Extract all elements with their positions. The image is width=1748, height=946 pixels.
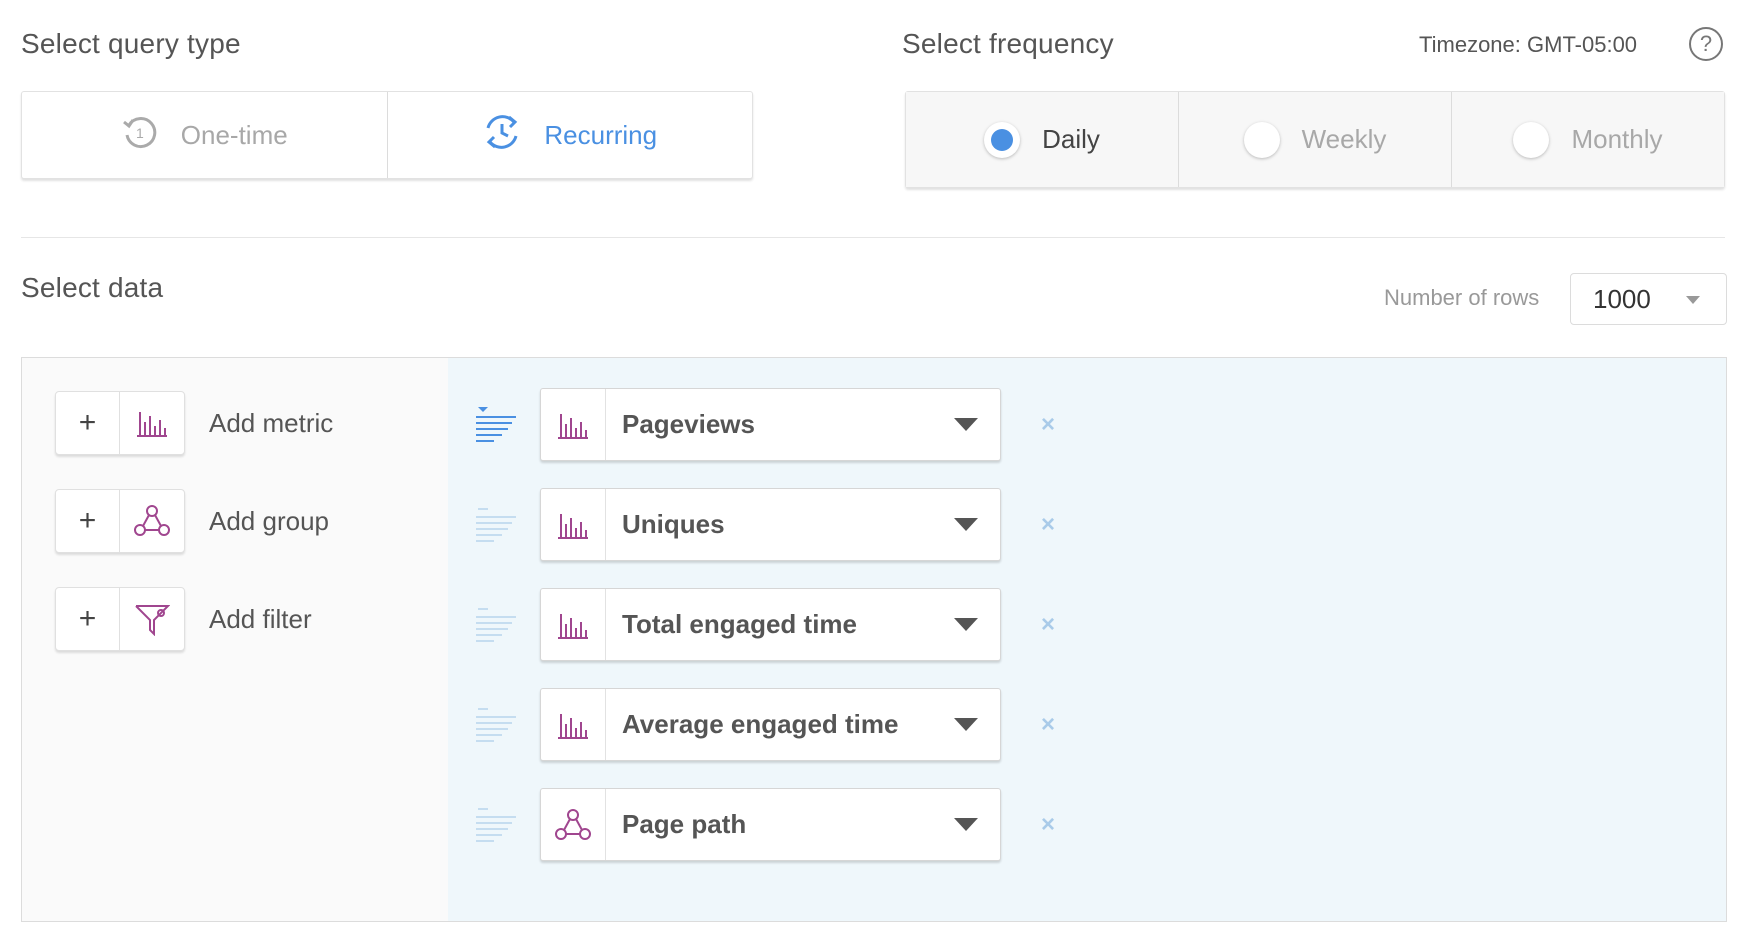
chevron-down-icon [1686, 296, 1700, 304]
remove-icon[interactable]: × [1041, 811, 1055, 839]
sort-handle-icon[interactable] [474, 405, 520, 445]
rows-value: 1000 [1593, 283, 1651, 314]
query-type-title: Select query type [21, 28, 241, 59]
list-item: Total engaged time × [474, 588, 1055, 661]
group-nodes-icon[interactable] [120, 490, 184, 552]
sort-handle-icon[interactable] [474, 805, 520, 845]
add-group-button[interactable]: + [55, 489, 185, 553]
frequency-selector: Daily Weekly Monthly [905, 91, 1725, 188]
chevron-down-icon[interactable] [932, 489, 1000, 560]
chevron-down-icon[interactable] [932, 589, 1000, 660]
frequency-daily[interactable]: Daily [906, 92, 1179, 187]
query-type-one-time[interactable]: 1 One-time [22, 92, 388, 178]
item-label: Average engaged time [622, 709, 899, 739]
plus-icon[interactable]: + [56, 490, 120, 552]
list-item: Page path × [474, 788, 1055, 861]
chevron-down-icon[interactable] [932, 789, 1000, 860]
help-icon[interactable]: ? [1689, 27, 1723, 61]
bar-chart-icon[interactable] [120, 392, 184, 454]
metric-select-average-engaged-time[interactable]: Average engaged time [540, 688, 1001, 761]
recurring-label: Recurring [544, 119, 658, 150]
query-type-recurring[interactable]: Recurring [388, 92, 753, 178]
frequency-title: Select frequency [902, 28, 1114, 59]
query-type-selector: 1 One-time Recurring [21, 91, 753, 179]
bar-chart-icon [541, 489, 606, 560]
add-group-label[interactable]: Add group [209, 506, 329, 537]
group-nodes-icon [541, 789, 606, 860]
list-item: Pageviews × [474, 388, 1055, 461]
remove-icon[interactable]: × [1041, 511, 1055, 539]
data-title: Select data [21, 272, 164, 303]
rows-label: Number of rows [1384, 285, 1540, 310]
sort-handle-icon[interactable] [474, 605, 520, 645]
section-divider [21, 237, 1725, 238]
item-label: Pageviews [622, 409, 755, 439]
add-filter-button[interactable]: + [55, 587, 185, 651]
plus-icon[interactable]: + [56, 392, 120, 454]
list-item: Uniques × [474, 488, 1055, 561]
add-filter-label[interactable]: Add filter [209, 604, 312, 635]
one-time-label: One-time [180, 119, 288, 150]
list-item: Average engaged time × [474, 688, 1055, 761]
daily-label: Daily [1042, 124, 1100, 154]
metric-select-uniques[interactable]: Uniques [540, 488, 1001, 561]
clock-one-icon: 1 [121, 113, 159, 158]
sort-handle-icon[interactable] [474, 505, 520, 545]
remove-icon[interactable]: × [1041, 411, 1055, 439]
daily-radio[interactable] [984, 121, 1021, 158]
chevron-down-icon[interactable] [932, 689, 1000, 760]
add-metric-button[interactable]: + [55, 391, 185, 455]
monthly-radio[interactable] [1513, 121, 1550, 158]
svg-text:1: 1 [136, 125, 144, 141]
filter-funnel-icon[interactable] [120, 588, 184, 650]
add-filter-row: + Add filter [55, 587, 312, 651]
metric-select-pageviews[interactable]: Pageviews [540, 388, 1001, 461]
bar-chart-icon [541, 589, 606, 660]
weekly-radio[interactable] [1243, 121, 1280, 158]
add-metric-label[interactable]: Add metric [209, 408, 333, 439]
weekly-label: Weekly [1301, 124, 1387, 154]
timezone-label: Timezone: GMT-05:00 [1419, 32, 1638, 57]
add-metric-row: + Add metric [55, 391, 333, 455]
item-label: Total engaged time [622, 609, 857, 639]
recurring-clock-icon [482, 112, 522, 159]
chevron-down-icon[interactable] [932, 389, 1000, 460]
add-group-row: + Add group [55, 489, 329, 553]
bar-chart-icon [541, 689, 606, 760]
rows-select[interactable]: 1000 [1570, 273, 1727, 325]
monthly-label: Monthly [1571, 124, 1663, 154]
metric-select-total-engaged-time[interactable]: Total engaged time [540, 588, 1001, 661]
item-label: Page path [622, 809, 747, 839]
remove-icon[interactable]: × [1041, 711, 1055, 739]
frequency-weekly[interactable]: Weekly [1179, 92, 1452, 187]
sort-handle-icon[interactable] [474, 705, 520, 745]
item-label: Uniques [622, 509, 725, 539]
remove-icon[interactable]: × [1041, 611, 1055, 639]
group-select-page-path[interactable]: Page path [540, 788, 1001, 861]
plus-icon[interactable]: + [56, 588, 120, 650]
bar-chart-icon [541, 389, 606, 460]
frequency-monthly[interactable]: Monthly [1452, 92, 1724, 187]
